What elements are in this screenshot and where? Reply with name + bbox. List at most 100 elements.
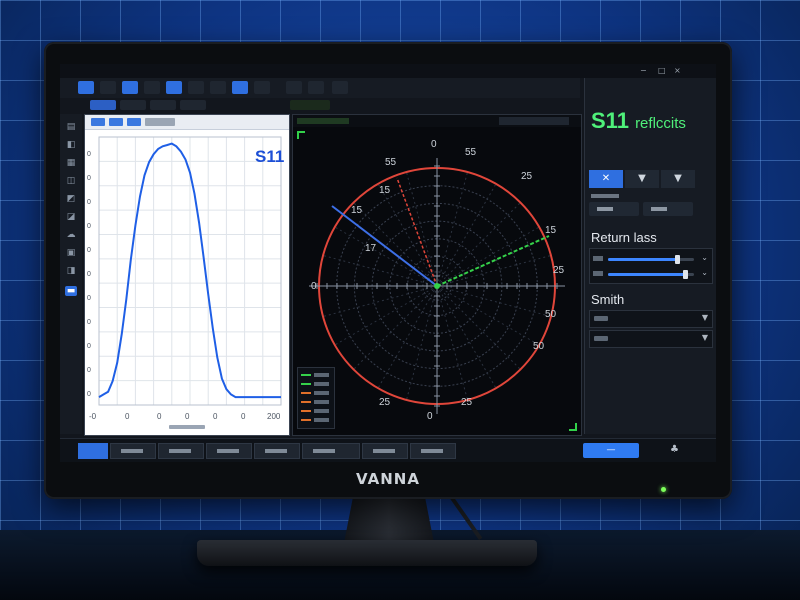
- x-tick-label: 200: [267, 412, 281, 421]
- y-tick-label: 0: [87, 343, 91, 350]
- toolbar-open-button[interactable]: [100, 81, 116, 94]
- legend-row[interactable]: [301, 381, 331, 387]
- bottom-tab[interactable]: [302, 443, 360, 459]
- toolbar-undo-button[interactable]: [144, 81, 160, 94]
- bottom-tab[interactable]: [410, 443, 456, 459]
- toolbar-file-button[interactable]: [78, 81, 94, 94]
- return-loss-controls: ⌄ ⌄: [589, 248, 713, 284]
- return-loss-slider[interactable]: [608, 255, 694, 264]
- toolbar-refresh-button[interactable]: [332, 81, 348, 94]
- smith-format-select[interactable]: ▼: [589, 310, 713, 328]
- s11-plot-panel: S11 -0 0 0 0 0 0 200 0 0 0 0 0 0 0 0 0 0…: [84, 114, 290, 436]
- tab-smith-view[interactable]: [290, 100, 330, 110]
- toolbar-sweep-button[interactable]: [166, 81, 182, 94]
- minimize-icon[interactable]: −: [640, 66, 647, 76]
- sidebar-filter-icon[interactable]: ◪: [65, 212, 77, 222]
- legend-row[interactable]: [301, 390, 331, 396]
- share-icon[interactable]: ♣: [670, 444, 679, 455]
- sidebar-layers-icon[interactable]: ◧: [65, 140, 77, 150]
- status-bar: — ♣: [60, 438, 716, 462]
- smith-label: 17: [365, 243, 377, 254]
- smith-radial-line: [436, 226, 540, 287]
- smith-marker-select[interactable]: ▼: [589, 330, 713, 348]
- panel-title: S11 reflccits: [591, 108, 686, 133]
- smith-label: 15: [545, 225, 557, 236]
- mode-dropdown-button[interactable]: ▼: [625, 170, 659, 188]
- y-tick-label: 0: [87, 271, 91, 278]
- mode-sweep-button[interactable]: ✕: [589, 170, 623, 188]
- apply-button[interactable]: —: [583, 443, 639, 458]
- chevron-down-icon: ▼: [701, 313, 708, 322]
- monitor-neck: [344, 497, 434, 543]
- legend-row[interactable]: [301, 399, 331, 405]
- smith-radial-line: [322, 254, 438, 287]
- legend-row[interactable]: [301, 408, 331, 414]
- slider-fill: [608, 258, 677, 261]
- sidebar-cloud-icon[interactable]: ☁: [65, 230, 77, 240]
- reference-slider[interactable]: [608, 270, 694, 279]
- smith-radial-line: [436, 285, 469, 401]
- smith-center-marker: [434, 283, 440, 289]
- x-tick-label: 0: [125, 412, 130, 421]
- chevron-down-icon[interactable]: ⌄: [701, 268, 708, 277]
- right-panel: S11 reflccits ✕ ▼ ▼ Return lass ⌄ ⌄ Smit…: [584, 78, 716, 434]
- mode-dropdown-button-2[interactable]: ▼: [661, 170, 695, 188]
- toolbar-marker-button[interactable]: [188, 81, 204, 94]
- sub-toolbar: [60, 98, 580, 112]
- chevron-down-icon[interactable]: ⌄: [701, 253, 708, 262]
- bottom-tab[interactable]: [254, 443, 300, 459]
- toolbar-export-button[interactable]: [254, 81, 270, 94]
- y-tick-label: 0: [87, 175, 91, 182]
- smith-label: 0: [427, 411, 433, 422]
- bottom-tab[interactable]: [158, 443, 204, 459]
- panel-caption: [591, 194, 619, 198]
- smith-radial-line: [377, 183, 438, 287]
- bottom-tab[interactable]: [362, 443, 408, 459]
- tab-trace-2[interactable]: [120, 100, 146, 110]
- smith-label: 50: [545, 309, 557, 320]
- maximize-icon[interactable]: □: [658, 66, 666, 76]
- slider-fill: [608, 273, 686, 276]
- toolbar-settings-button[interactable]: [308, 81, 324, 94]
- toolbar-grid-button[interactable]: [286, 81, 302, 94]
- sidebar-chart-icon[interactable]: ▦: [65, 158, 77, 168]
- slider-knob[interactable]: [674, 255, 680, 264]
- legend-row[interactable]: [301, 372, 331, 378]
- sidebar-marker-icon[interactable]: ◩: [65, 194, 77, 204]
- smith-trace-green: [436, 235, 550, 287]
- smith-label: 50: [533, 341, 545, 352]
- sidebar-device-icon[interactable]: ▣: [65, 248, 77, 258]
- slider-knob[interactable]: [683, 270, 689, 279]
- smith-label: 0: [431, 139, 437, 150]
- bottom-tab[interactable]: [206, 443, 252, 459]
- smith-label: 25: [521, 171, 533, 182]
- tab-trace-1[interactable]: [90, 100, 116, 110]
- smith-trace-blue: [331, 205, 438, 287]
- sidebar-active-icon[interactable]: ▬: [65, 286, 77, 296]
- sidebar-measure-icon[interactable]: ◫: [65, 176, 77, 186]
- toolbar-zoom-button[interactable]: [210, 81, 226, 94]
- toolbar-calibrate-button[interactable]: [232, 81, 248, 94]
- smith-radial-line: [436, 285, 497, 389]
- tab-trace-4[interactable]: [180, 100, 206, 110]
- monitor: − □ × ▤ ◧ ▦ ◫ ◩ ◪ ☁ ▣ ◨ ▬ S11 -0 0 0 0 0…: [44, 42, 732, 499]
- corner-marker: [297, 131, 305, 139]
- smith-chart-panel: 0 55 55 25 15 15 15 17 25 0 50 50 25 25 …: [292, 114, 582, 436]
- start-field[interactable]: [589, 202, 639, 216]
- bottom-tab[interactable]: [110, 443, 156, 459]
- stop-field[interactable]: [643, 202, 693, 216]
- tab-trace-3[interactable]: [150, 100, 176, 110]
- legend-row[interactable]: [301, 417, 331, 423]
- smith-heading: Smith: [591, 292, 625, 307]
- smith-label: 25: [461, 397, 473, 408]
- smith-radial-line: [405, 285, 438, 401]
- close-icon[interactable]: ×: [674, 66, 681, 76]
- x-tick-label: -0: [89, 412, 97, 421]
- bottom-tab-active[interactable]: [78, 443, 108, 459]
- trace-legend: [297, 367, 335, 429]
- chevron-down-icon: ▼: [701, 333, 708, 342]
- sidebar-home-icon[interactable]: ▤: [65, 122, 77, 132]
- app-window: − □ × ▤ ◧ ▦ ◫ ◩ ◪ ☁ ▣ ◨ ▬ S11 -0 0 0 0 0…: [60, 64, 716, 462]
- sidebar-tools-icon[interactable]: ◨: [65, 266, 77, 276]
- toolbar-save-button[interactable]: [122, 81, 138, 94]
